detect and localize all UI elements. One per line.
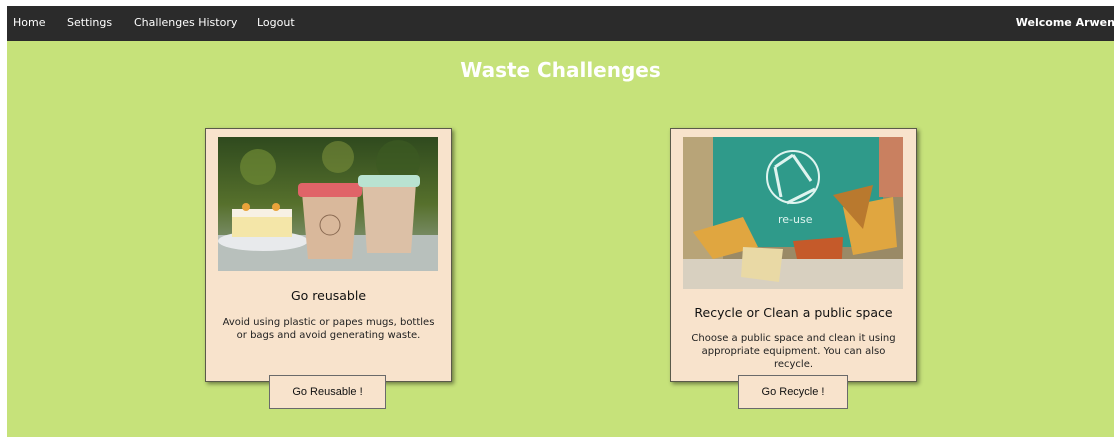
top-navbar: Home Settings Challenges History Logout … [7, 6, 1114, 41]
bag-print-text: re-use [778, 213, 813, 226]
go-recycle-button[interactable]: Go Recycle ! [738, 375, 848, 409]
go-reusable-button[interactable]: Go Reusable ! [269, 375, 386, 409]
nav-home-link[interactable]: Home [13, 16, 45, 29]
page-title: Waste Challenges [460, 58, 661, 82]
recycle-bag-photo: re-use [683, 137, 903, 289]
reusable-coffee-cups-photo [218, 137, 438, 271]
challenge-description: Avoid using plastic or papes mugs, bottl… [222, 317, 435, 341]
page-frame: Home Settings Challenges History Logout … [7, 6, 1114, 437]
challenge-card-recycle: re-use Recycle or Clean a public space C… [670, 128, 917, 382]
recycle-bag-image: re-use [683, 137, 903, 289]
challenge-title: Go reusable [290, 288, 367, 303]
challenge-description: Choose a public space and clean it using… [691, 333, 896, 370]
challenge-card-reusable: Go reusable Avoid using plastic or papes… [205, 128, 452, 382]
welcome-message: Welcome Arwen! [1015, 16, 1114, 29]
challenge-title: Recycle or Clean a public space [694, 305, 893, 320]
nav-challenges-history-link[interactable]: Challenges History [134, 16, 237, 29]
nav-settings-link[interactable]: Settings [67, 16, 112, 29]
reusable-cups-image [218, 137, 438, 271]
nav-logout-link[interactable]: Logout [257, 16, 295, 29]
